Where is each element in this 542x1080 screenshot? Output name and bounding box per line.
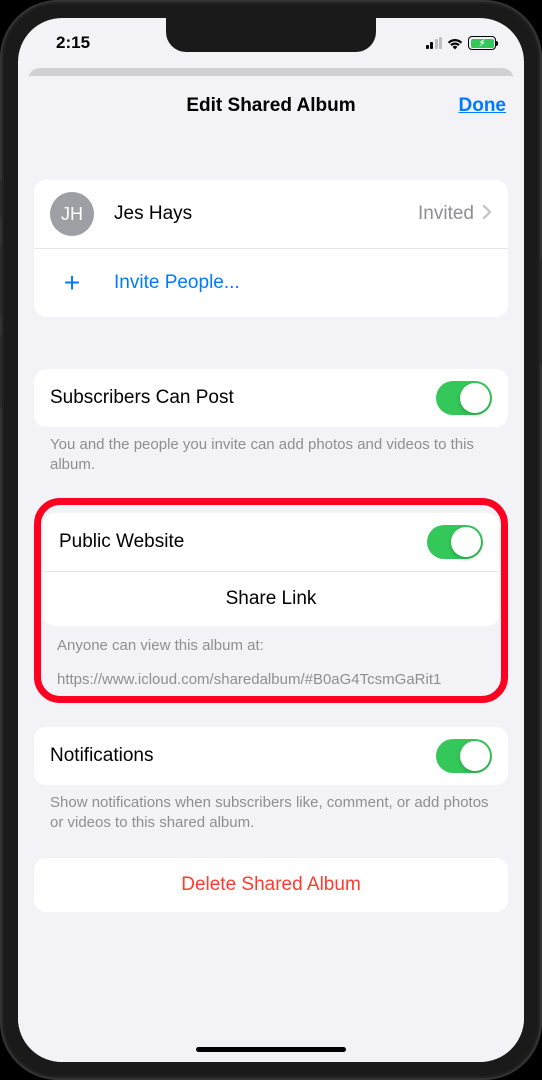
chevron-right-icon xyxy=(482,204,492,225)
avatar: JH xyxy=(50,192,94,236)
subscribers-label: Subscribers Can Post xyxy=(50,387,234,409)
share-link-label: Share Link xyxy=(226,588,317,610)
nav-header: Edit Shared Album Done xyxy=(18,76,524,136)
public-website-footer-intro: Anyone can view this album at: xyxy=(43,626,499,656)
modal-sheet: Edit Shared Album Done JH Jes Hays Invit… xyxy=(18,76,524,1062)
notifications-footer: Show notifications when subscribers like… xyxy=(34,785,508,834)
volume-up-button xyxy=(0,245,2,317)
cellular-signal-icon xyxy=(426,37,443,49)
member-status: Invited xyxy=(418,203,474,225)
notifications-group: Notifications xyxy=(34,727,508,785)
wifi-icon xyxy=(446,37,464,50)
people-group: JH Jes Hays Invited + Invite People... xyxy=(34,180,508,317)
screen: 2:15 ⚡︎ Edit Shared Album Done xyxy=(18,18,524,1062)
page-title: Edit Shared Album xyxy=(18,95,524,117)
done-button[interactable]: Done xyxy=(459,95,507,117)
mute-switch xyxy=(0,180,2,218)
notifications-toggle[interactable] xyxy=(436,739,492,773)
phone-frame: 2:15 ⚡︎ Edit Shared Album Done xyxy=(0,0,542,1080)
plus-icon: + xyxy=(50,261,94,305)
invite-people-row[interactable]: + Invite People... xyxy=(34,249,508,317)
notifications-label: Notifications xyxy=(50,745,154,767)
notifications-row: Notifications xyxy=(34,727,508,785)
public-website-toggle[interactable] xyxy=(427,525,483,559)
status-indicators: ⚡︎ xyxy=(426,36,497,50)
member-name: Jes Hays xyxy=(114,203,192,225)
public-website-url: https://www.icloud.com/sharedalbum/#B0aG… xyxy=(43,656,499,690)
public-website-group: Public Website Share Link xyxy=(43,513,499,626)
battery-icon: ⚡︎ xyxy=(468,36,496,50)
status-time: 2:15 xyxy=(56,33,90,53)
notch xyxy=(166,18,376,52)
public-website-label: Public Website xyxy=(59,531,184,553)
content-area: JH Jes Hays Invited + Invite People... xyxy=(18,136,524,1062)
highlight-annotation: Public Website Share Link Anyone can vie… xyxy=(34,498,508,704)
subscribers-can-post-row: Subscribers Can Post xyxy=(34,369,508,427)
subscribers-footer: You and the people you invite can add ph… xyxy=(34,427,508,476)
volume-down-button xyxy=(0,335,2,407)
member-row[interactable]: JH Jes Hays Invited xyxy=(34,180,508,249)
invite-people-label: Invite People... xyxy=(114,272,240,294)
delete-group: Delete Shared Album xyxy=(34,858,508,912)
subscribers-group: Subscribers Can Post xyxy=(34,369,508,427)
delete-label: Delete Shared Album xyxy=(181,874,361,896)
share-link-button[interactable]: Share Link xyxy=(43,572,499,626)
public-website-row: Public Website xyxy=(43,513,499,572)
home-indicator[interactable] xyxy=(196,1047,346,1052)
subscribers-can-post-toggle[interactable] xyxy=(436,381,492,415)
delete-shared-album-button[interactable]: Delete Shared Album xyxy=(34,858,508,912)
